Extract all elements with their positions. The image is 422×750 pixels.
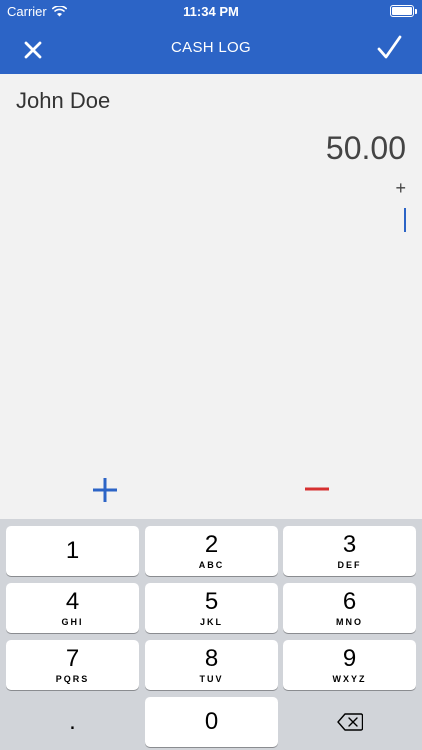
key-decimal[interactable]: .	[6, 697, 139, 747]
key-letters: ABC	[198, 560, 225, 570]
text-cursor[interactable]	[404, 208, 406, 232]
key-letters: PQRS	[55, 674, 90, 684]
key-label: 1	[65, 537, 80, 564]
key-label: 6	[342, 588, 357, 615]
numeric-keypad: 1 2 ABC 3 DEF 4 GHI 5 JKL 6 MNO 7 PQRS 8…	[0, 519, 422, 750]
key-6[interactable]: 6 MNO	[283, 583, 416, 633]
key-label: 4	[65, 588, 80, 615]
key-label: 8	[204, 645, 219, 672]
operator-sign: +	[395, 178, 406, 198]
key-label: 0	[204, 708, 219, 735]
key-8[interactable]: 8 TUV	[145, 640, 278, 690]
status-bar: Carrier 11:34 PM	[0, 0, 422, 22]
plus-icon[interactable]	[90, 475, 120, 505]
key-letters: MNO	[336, 617, 363, 627]
key-5[interactable]: 5 JKL	[145, 583, 278, 633]
key-0[interactable]: 0	[145, 697, 278, 747]
key-2[interactable]: 2 ABC	[145, 526, 278, 576]
backspace-key[interactable]	[283, 697, 416, 747]
key-label: 7	[65, 645, 80, 672]
key-1[interactable]: 1	[6, 526, 139, 576]
key-4[interactable]: 4 GHI	[6, 583, 139, 633]
key-label: 5	[204, 588, 219, 615]
key-letters: DEF	[337, 560, 362, 570]
key-letters: WXYZ	[332, 674, 367, 684]
page-title: CASH LOG	[171, 39, 251, 56]
key-label: 3	[342, 531, 357, 558]
key-label: 2	[204, 531, 219, 558]
nav-bar: CASH LOG	[0, 22, 422, 74]
key-label: .	[69, 708, 76, 735]
amount-display: 50.00	[325, 130, 406, 166]
key-3[interactable]: 3 DEF	[283, 526, 416, 576]
status-time: 11:34 PM	[183, 4, 239, 19]
person-name: John Doe	[16, 88, 111, 113]
key-letters: GHI	[61, 617, 84, 627]
header: Carrier 11:34 PM CASH LOG	[0, 0, 422, 74]
key-letters: TUV	[199, 674, 224, 684]
key-letters: JKL	[199, 617, 223, 627]
minus-icon[interactable]	[302, 475, 332, 505]
key-7[interactable]: 7 PQRS	[6, 640, 139, 690]
check-icon[interactable]	[374, 33, 404, 63]
key-9[interactable]: 9 WXYZ	[283, 640, 416, 690]
battery-icon	[390, 5, 417, 17]
backspace-icon	[336, 713, 363, 731]
key-label: 9	[342, 645, 357, 672]
